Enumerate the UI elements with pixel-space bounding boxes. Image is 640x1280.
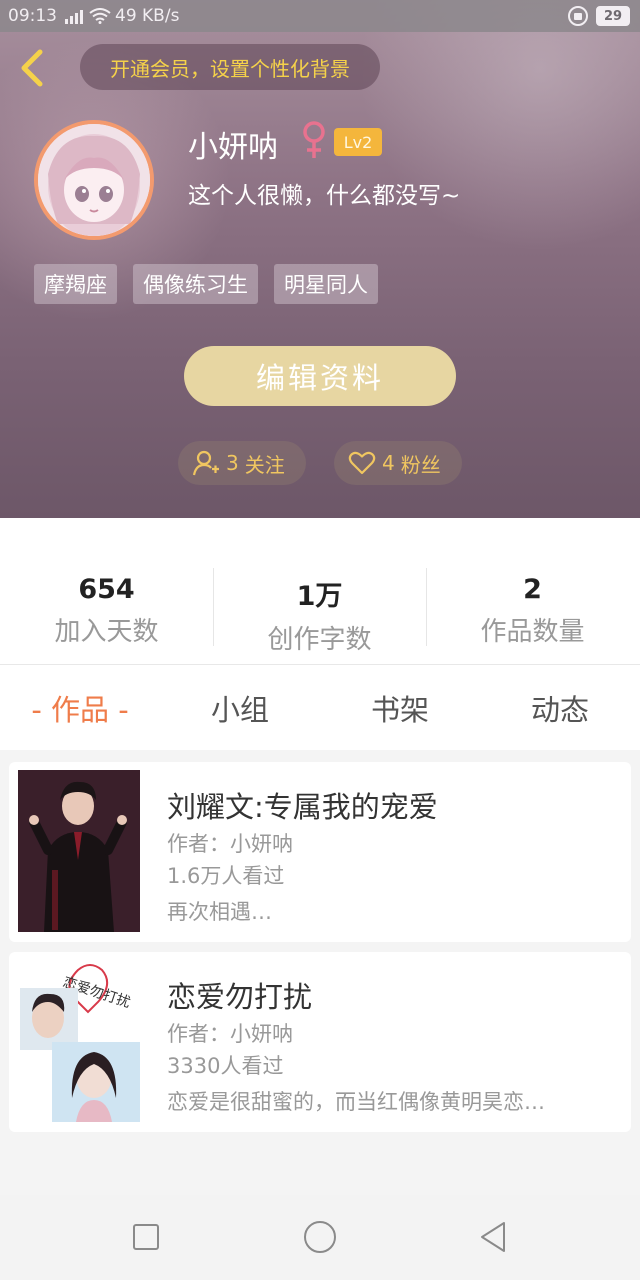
stat-value: 1万 bbox=[296, 581, 343, 612]
system-nav-bar bbox=[0, 1195, 640, 1280]
work-cover: 恋爱勿打扰 bbox=[18, 960, 140, 1122]
following-label: 关注 bbox=[244, 452, 285, 477]
status-time: 09:13 bbox=[8, 6, 57, 26]
stats-row: 654 加入天数 1万 创作字数 2 作品数量 bbox=[0, 560, 640, 655]
avatar[interactable] bbox=[34, 120, 154, 240]
edit-profile-button[interactable]: 编辑资料 bbox=[184, 346, 456, 406]
rotation-lock-icon bbox=[568, 6, 588, 26]
work-views: 1.6万人看过 bbox=[167, 864, 285, 888]
tab-bookshelf[interactable]: 书架 bbox=[320, 687, 480, 729]
nav-back-triangle-icon[interactable] bbox=[474, 1217, 514, 1257]
work-card[interactable]: 刘耀文:专属我的宠爱 作者：小妍呐 1.6万人看过 再次相遇… bbox=[9, 762, 631, 942]
signal-icon bbox=[65, 8, 83, 24]
username: 小妍呐 bbox=[188, 130, 278, 165]
following-button[interactable]: 3 关注 bbox=[178, 441, 306, 485]
work-title: 刘耀文:专属我的宠爱 bbox=[167, 790, 438, 824]
stat-works-count: 2 作品数量 bbox=[426, 560, 639, 650]
avatar-illustration bbox=[38, 124, 150, 236]
fans-button[interactable]: 4 粉丝 bbox=[334, 441, 462, 485]
status-right: 29 bbox=[568, 6, 630, 26]
battery-indicator: 29 bbox=[596, 6, 630, 26]
work-description: 再次相遇… bbox=[167, 900, 272, 924]
profile-page: 09:13 49 KB/s 29 开通会员，设置个性化背景 小妍呐 Lv2 这个… bbox=[0, 0, 640, 1280]
cover-image bbox=[18, 770, 140, 932]
divider bbox=[0, 664, 640, 665]
tag-item[interactable]: 偶像练习生 bbox=[133, 264, 258, 304]
tag-item[interactable]: 摩羯座 bbox=[34, 264, 117, 304]
cover-image: 恋爱勿打扰 bbox=[18, 960, 140, 1122]
following-count: 3 bbox=[226, 451, 239, 475]
nav-circle-icon[interactable] bbox=[300, 1217, 340, 1257]
stat-label: 作品数量 bbox=[480, 617, 585, 647]
nav-square-icon[interactable] bbox=[126, 1217, 166, 1257]
profile-tags: 摩羯座 偶像练习生 明星同人 bbox=[34, 264, 378, 304]
work-author: 作者：小妍呐 bbox=[167, 832, 293, 856]
stat-label: 加入天数 bbox=[54, 617, 159, 647]
follow-user-icon bbox=[192, 450, 219, 476]
wifi-icon bbox=[89, 8, 111, 24]
tag-item[interactable]: 明星同人 bbox=[274, 264, 378, 304]
work-author: 作者：小妍呐 bbox=[167, 1022, 293, 1046]
stat-word-count: 1万 创作字数 bbox=[213, 560, 426, 655]
stat-value: 654 bbox=[78, 574, 135, 605]
work-description: 恋爱是很甜蜜的，而当红偶像黄明昊恋… bbox=[167, 1090, 545, 1114]
heart-icon bbox=[348, 451, 376, 475]
profile-bio: 这个人很懒，什么都没写~ bbox=[188, 183, 461, 209]
stat-join-days: 654 加入天数 bbox=[0, 560, 213, 650]
network-speed: 49 KB/s bbox=[115, 6, 180, 26]
female-icon bbox=[303, 121, 325, 158]
work-views: 3330人看过 bbox=[167, 1054, 284, 1078]
back-arrow-icon[interactable] bbox=[14, 48, 54, 88]
stat-value: 2 bbox=[523, 574, 542, 605]
work-title: 恋爱勿打扰 bbox=[167, 980, 313, 1014]
fans-count: 4 bbox=[382, 451, 395, 475]
vip-banner[interactable]: 开通会员，设置个性化背景 bbox=[80, 44, 380, 90]
profile-tabs: - 作品 - 小组 书架 动态 bbox=[0, 666, 640, 750]
stat-label: 创作字数 bbox=[267, 625, 372, 655]
profile-header: 09:13 49 KB/s 29 开通会员，设置个性化背景 小妍呐 Lv2 这个… bbox=[0, 0, 640, 518]
work-cover bbox=[18, 770, 140, 932]
fans-label: 粉丝 bbox=[400, 452, 441, 477]
tab-groups[interactable]: 小组 bbox=[160, 687, 320, 729]
tab-activity[interactable]: 动态 bbox=[480, 687, 640, 729]
status-bar: 09:13 49 KB/s 29 bbox=[0, 0, 640, 32]
tab-works[interactable]: - 作品 - bbox=[0, 687, 160, 729]
level-badge: Lv2 bbox=[334, 128, 382, 156]
work-card[interactable]: 恋爱勿打扰 恋爱勿打扰 作者：小妍呐 3330人看过 恋爱是很甜蜜的，而当红偶像… bbox=[9, 952, 631, 1132]
